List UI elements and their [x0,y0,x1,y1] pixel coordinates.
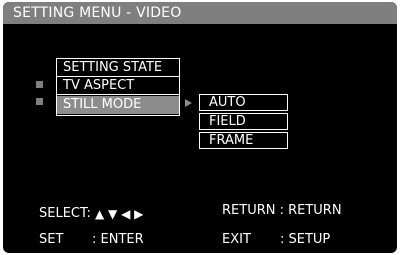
bullet-icon-tv-aspect [36,81,43,88]
bullet-icon-still-mode [36,98,43,105]
return-hint: RETURN : RETURN [222,203,342,218]
menu-item-still-mode[interactable]: STILL MODE [57,96,179,114]
menu-title: SETTING MENU - VIDEO [13,5,182,21]
exit-hint: : SETUP [280,232,331,247]
submenu-arrow-icon [185,99,192,107]
set-hint: : ENTER [92,232,144,247]
menu-item-setting-state[interactable]: SETTING STATE [57,59,179,77]
set-label: SET [39,232,64,247]
option-frame[interactable]: FRAME [199,132,288,149]
still-mode-submenu: AUTO FIELD FRAME [199,94,288,149]
menu-item-tv-aspect[interactable]: TV ASPECT [57,77,179,95]
select-label: SELECT: [39,206,91,221]
osd-screen: SETTING MENU - VIDEO SETTING STATE TV AS… [3,2,397,253]
option-auto[interactable]: AUTO [199,94,288,111]
title-bar: SETTING MENU - VIDEO [3,2,397,24]
video-menu: SETTING STATE TV ASPECT STILL MODE [56,58,180,116]
direction-arrows-icon: ▲ ▼ ◀ ▶ [95,207,144,221]
exit-label: EXIT [222,232,251,247]
option-field[interactable]: FIELD [199,113,288,130]
